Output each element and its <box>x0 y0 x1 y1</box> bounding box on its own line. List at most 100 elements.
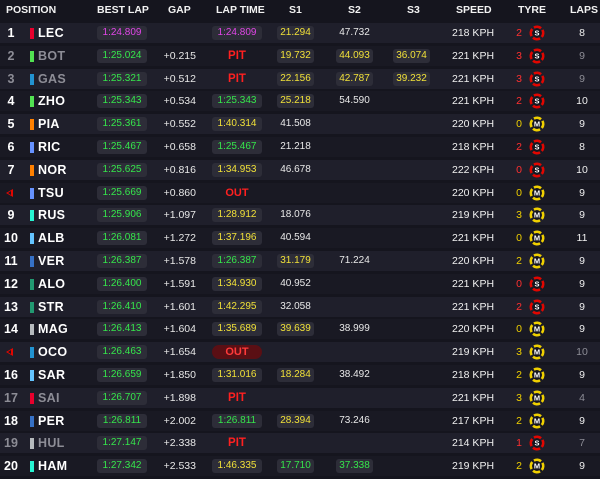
position: 6 <box>7 140 15 154</box>
driver-row[interactable]: 5 PIA 1:25.361 +0.552 1:40.314 41.508 220 KPH 0… <box>0 114 600 135</box>
medium-tyre-icon: M <box>529 230 545 246</box>
team-color-bar <box>30 324 34 336</box>
speed: 221 KPH <box>452 72 495 85</box>
tyre-age: 2 <box>516 414 522 427</box>
lap-time: PIT <box>228 49 246 62</box>
position: 11 <box>4 254 18 268</box>
driver-row[interactable]: 10 ALB 1:26.081 +1.272 1:37.196 40.594 221 KPH… <box>0 228 600 249</box>
lap-time: 1:31.016 <box>212 368 262 382</box>
header-speed: SPEED <box>456 4 492 16</box>
sector-1: 18.284 <box>277 368 314 382</box>
best-lap: 1:26.410 <box>97 299 147 314</box>
driver-row[interactable]: 9 RUS 1:25.906 +1.097 1:28.912 18.076 219 KPH 3… <box>0 205 600 226</box>
driver-row[interactable]: 16 SAR 1:26.659 +1.850 1:31.016 18.284 38.492 2… <box>0 365 600 385</box>
best-lap: 1:26.659 <box>97 368 147 382</box>
driver-row[interactable]: 18 PER 1:26.811 +2.002 1:26.811 28.394 73.246 2… <box>0 410 600 431</box>
driver-row[interactable]: 19 HUL 1:27.147 +2.338 PIT 214 KPH 1 S 7 <box>0 433 600 454</box>
best-lap: 1:27.147 <box>97 436 147 451</box>
header-s2: S2 <box>348 4 361 16</box>
driver-row[interactable]: 13 STR 1:26.410 +1.601 1:42.295 32.058 221 KPH… <box>0 296 600 317</box>
medium-tyre-icon: M <box>529 116 545 132</box>
tyre-age: 2 <box>516 27 522 39</box>
driver-code: HUL <box>38 436 65 451</box>
laps: 9 <box>579 300 585 313</box>
driver-row[interactable]: OCO 1:26.463 +1.654 OUT 219 KPH 3 M 10 <box>0 342 600 363</box>
sector-1: 19.732 <box>277 48 314 63</box>
tyre-compound-letter: M <box>534 257 540 266</box>
driver-row[interactable]: 17 SAI 1:26.707 +1.898 PIT 221 KPH 3 M 4 <box>0 387 600 408</box>
gap: +1.578 <box>163 255 196 267</box>
driver-code: TSU <box>38 185 64 200</box>
lap-time: 1:24.809 <box>212 26 262 40</box>
best-lap: 1:25.467 <box>97 140 147 154</box>
soft-tyre-icon: S <box>529 71 545 87</box>
driver-code: SAI <box>38 390 60 405</box>
team-color-bar <box>30 415 34 427</box>
laps: 9 <box>579 209 585 222</box>
lap-time: 1:34.930 <box>212 276 262 291</box>
header-gap: GAP <box>168 4 191 16</box>
team-color-bar <box>30 28 34 39</box>
tyre-age: 3 <box>516 346 522 359</box>
gap: +2.338 <box>163 437 196 450</box>
tyre-age: 2 <box>516 369 522 381</box>
sector-2: 71.224 <box>339 255 370 266</box>
sector-1: 40.594 <box>280 232 311 244</box>
driver-row[interactable]: 11 VER 1:26.387 +1.578 1:26.387 31.179 71.224 2… <box>0 251 600 271</box>
speed: 214 KPH <box>452 437 495 450</box>
position: 2 <box>7 48 15 63</box>
driver-row[interactable]: 14 MAG 1:26.413 +1.604 1:35.689 39.639 38.999 2… <box>0 319 600 340</box>
header-s1: S1 <box>289 4 302 16</box>
tyre-compound-letter: S <box>534 439 539 448</box>
driver-row[interactable]: 2 BOT 1:25.024 +0.215 PIT 19.732 44.093 36.074 2… <box>0 45 600 66</box>
driver-code: ALB <box>38 231 65 246</box>
driver-row[interactable]: TSU 1:25.669 +0.860 OUT 220 KPH 0 M 9 <box>0 182 600 203</box>
gap: +1.604 <box>163 323 196 336</box>
speed: 218 KPH <box>452 369 495 381</box>
driver-code: MAG <box>38 322 69 337</box>
tyre-age: 0 <box>516 232 522 245</box>
driver-row[interactable]: 7 NOR 1:25.625 +0.816 1:34.953 46.678 222 KPH 0… <box>0 159 600 180</box>
header-position: POSITION <box>6 4 57 16</box>
gap: +0.512 <box>163 72 196 85</box>
driver-code: STR <box>38 299 64 314</box>
lap-time: 1:34.953 <box>212 162 262 177</box>
speed: 220 KPH <box>452 118 495 131</box>
tyre-age: 3 <box>516 391 522 404</box>
gap: +1.097 <box>163 209 196 222</box>
team-color-bar <box>30 233 34 245</box>
laps: 9 <box>579 49 585 62</box>
laps: 8 <box>579 27 585 39</box>
speed: 220 KPH <box>452 186 495 199</box>
driver-row[interactable]: 20 HAM 1:27.342 +2.533 1:46.335 17.710 37.338 2… <box>0 456 600 477</box>
tyre-compound-letter: S <box>534 165 539 174</box>
driver-code: PIA <box>38 117 60 132</box>
driver-code: NOR <box>38 162 67 177</box>
driver-row[interactable]: 4 ZHO 1:25.343 +0.534 1:25.343 25.218 54.590 22… <box>0 91 600 112</box>
sector-1: 41.508 <box>280 118 311 130</box>
tyre-compound-letter: S <box>534 302 539 311</box>
medium-tyre-icon: M <box>529 185 545 201</box>
driver-row[interactable]: 3 GAS 1:25.321 +0.512 PIT 22.156 42.787 39.232 2… <box>0 68 600 89</box>
gap: +0.658 <box>163 141 196 153</box>
driver-code: RIC <box>38 140 61 154</box>
driver-row[interactable]: 6 RIC 1:25.467 +0.658 1:25.467 21.218 218 KPH 2… <box>0 137 600 157</box>
speed: 218 KPH <box>452 141 495 153</box>
tyre-compound-letter: S <box>534 97 539 106</box>
tyre-compound-letter: S <box>534 29 539 38</box>
laps: 9 <box>579 72 585 85</box>
speed: 219 KPH <box>452 460 495 473</box>
best-lap: 1:25.024 <box>97 48 147 63</box>
driver-row[interactable]: 1 LEC 1:24.809 1:24.809 21.294 47.732 218 KPH 2… <box>0 23 600 43</box>
laps: 9 <box>579 323 585 336</box>
tyre-compound-letter: M <box>534 393 540 402</box>
sector-1: 18.076 <box>280 209 311 221</box>
laps: 9 <box>579 460 585 473</box>
tyre-compound-letter: M <box>534 120 540 129</box>
tyre-compound-letter: M <box>534 462 540 471</box>
laps: 9 <box>579 118 585 131</box>
lap-time: 1:26.387 <box>212 254 262 268</box>
lap-time: 1:28.912 <box>212 208 262 223</box>
driver-row[interactable]: 12 ALO 1:26.400 +1.591 1:34.930 40.952 221 KPH… <box>0 273 600 294</box>
best-lap: 1:25.321 <box>97 71 147 86</box>
